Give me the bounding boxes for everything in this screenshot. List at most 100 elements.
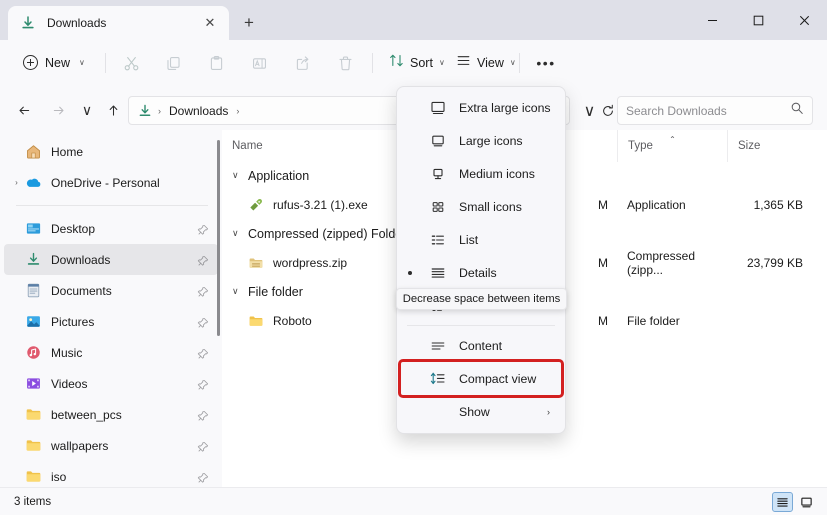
see-more-button[interactable]: •••	[531, 49, 561, 77]
column-label: Type	[628, 140, 653, 152]
sidebar-item-between-pcs[interactable]: between_pcs	[4, 399, 218, 430]
tab-downloads[interactable]: Downloads ✕	[8, 6, 229, 40]
date-modified-value: M	[598, 255, 608, 270]
sidebar-item-onedrive[interactable]: › OneDrive - Personal	[4, 167, 218, 198]
date-modified-value: M	[598, 197, 608, 212]
breadcrumb-separator: ›	[158, 105, 161, 116]
menu-item-label: Compact view	[459, 371, 537, 386]
sidebar-item-documents[interactable]: Documents	[4, 275, 218, 306]
breadcrumb-downloads[interactable]: Downloads	[166, 104, 231, 118]
group-label: Compressed (zipped) Folder	[248, 226, 407, 241]
pin-icon[interactable]	[197, 409, 209, 421]
minimize-button[interactable]	[689, 0, 735, 40]
search-box[interactable]	[617, 96, 813, 125]
new-button[interactable]: New ∨	[14, 48, 94, 77]
sidebar-item-videos[interactable]: Videos	[4, 368, 218, 399]
details-view-toggle[interactable]	[772, 492, 793, 512]
navigation-pane: Home › OneDrive - Personal Desktop Downl…	[0, 130, 222, 487]
file-name: wordpress.zip	[273, 255, 348, 270]
pin-icon[interactable]	[197, 440, 209, 452]
folder-icon	[248, 313, 264, 329]
search-input[interactable]	[626, 103, 790, 118]
group-label: Application	[248, 168, 310, 183]
pin-icon[interactable]	[197, 347, 209, 359]
sidebar-item-label: wallpapers	[51, 438, 109, 453]
recent-locations-button[interactable]: ∨	[73, 97, 101, 123]
breadcrumb-separator-end[interactable]: ›	[234, 106, 241, 116]
new-tab-button[interactable]: +	[236, 10, 262, 36]
menu-item-label: Content	[459, 338, 503, 353]
videos-icon	[25, 375, 42, 392]
menu-item-details[interactable]: Details	[401, 256, 561, 289]
view-button[interactable]: View ∨	[448, 48, 524, 77]
date-modified-value: M	[598, 313, 608, 328]
sidebar-scrollbar[interactable]	[215, 132, 221, 485]
tooltip-decrease-space: Decrease space between items	[396, 288, 567, 310]
sidebar-item-pictures[interactable]: Pictures	[4, 306, 218, 337]
sidebar-item-label: Home	[51, 144, 84, 159]
pin-icon[interactable]	[197, 471, 209, 483]
menu-item-extra-large-icons[interactable]: Extra large icons	[401, 91, 561, 124]
chevron-right-icon[interactable]: ›	[8, 178, 25, 187]
music-icon	[25, 344, 42, 361]
sidebar-item-label: between_pcs	[51, 407, 122, 422]
chevron-down-icon[interactable]: ∨	[232, 228, 248, 239]
sidebar-item-downloads[interactable]: Downloads	[4, 244, 218, 275]
close-window-button[interactable]	[781, 0, 827, 40]
pin-icon[interactable]	[197, 316, 209, 328]
downloads-icon	[137, 103, 153, 119]
column-header-type[interactable]: ⌃ Type	[617, 130, 727, 162]
chevron-down-icon[interactable]: ∨	[232, 170, 248, 181]
back-button[interactable]	[10, 97, 38, 123]
folder-icon	[25, 406, 42, 423]
pin-icon[interactable]	[197, 254, 209, 266]
file-name: Roboto	[273, 313, 312, 328]
desktop-icon	[25, 220, 42, 237]
menu-item-compact-view[interactable]: Compact view	[398, 359, 564, 398]
pin-icon[interactable]	[197, 378, 209, 390]
menu-item-list[interactable]: List	[401, 223, 561, 256]
sort-button[interactable]: Sort ∨	[381, 48, 453, 77]
view-menu-flyout: Extra large icons Large icons Medium ico…	[396, 86, 566, 434]
file-name: rufus-3.21 (1).exe	[273, 197, 368, 212]
small-icons-icon	[429, 198, 447, 216]
chevron-down-icon[interactable]: ∨	[232, 286, 248, 297]
pin-icon[interactable]	[197, 223, 209, 235]
sidebar-item-wallpapers[interactable]: wallpapers	[4, 430, 218, 461]
delete-button[interactable]	[327, 49, 363, 77]
sidebar-item-desktop[interactable]: Desktop	[4, 213, 218, 244]
column-label: Name	[232, 140, 263, 152]
menu-item-small-icons[interactable]: Small icons	[401, 190, 561, 223]
extra-large-icons-icon	[429, 99, 447, 117]
compact-view-icon	[429, 370, 447, 388]
share-button[interactable]	[284, 49, 320, 77]
folder-icon	[25, 468, 42, 485]
search-icon[interactable]	[790, 101, 804, 120]
rename-button[interactable]	[241, 49, 277, 77]
sidebar-scrollbar-thumb[interactable]	[217, 140, 220, 336]
plus-icon	[23, 55, 38, 70]
column-header-size[interactable]: Size	[727, 130, 827, 162]
toolbar-divider-3	[519, 53, 520, 73]
large-icons-view-toggle[interactable]	[796, 492, 817, 512]
forward-button[interactable]	[44, 97, 72, 123]
menu-item-large-icons[interactable]: Large icons	[401, 124, 561, 157]
menu-item-show[interactable]: Show ›	[401, 395, 561, 428]
copy-button[interactable]	[155, 49, 191, 77]
menu-item-content[interactable]: Content	[401, 329, 561, 362]
maximize-button[interactable]	[735, 0, 781, 40]
up-button[interactable]	[99, 97, 127, 123]
paste-button[interactable]	[198, 49, 234, 77]
menu-divider-1	[407, 325, 555, 326]
sidebar-item-label: Desktop	[51, 221, 96, 236]
pin-icon[interactable]	[197, 285, 209, 297]
sidebar-item-iso[interactable]: iso	[4, 461, 218, 487]
menu-item-medium-icons[interactable]: Medium icons	[401, 157, 561, 190]
downloads-icon	[20, 15, 36, 31]
pictures-icon	[25, 313, 42, 330]
sidebar-item-home[interactable]: Home	[4, 136, 218, 167]
close-tab-icon[interactable]: ✕	[199, 12, 221, 34]
cut-button[interactable]	[113, 49, 149, 77]
sidebar-item-music[interactable]: Music	[4, 337, 218, 368]
sort-button-label: Sort	[410, 55, 433, 70]
